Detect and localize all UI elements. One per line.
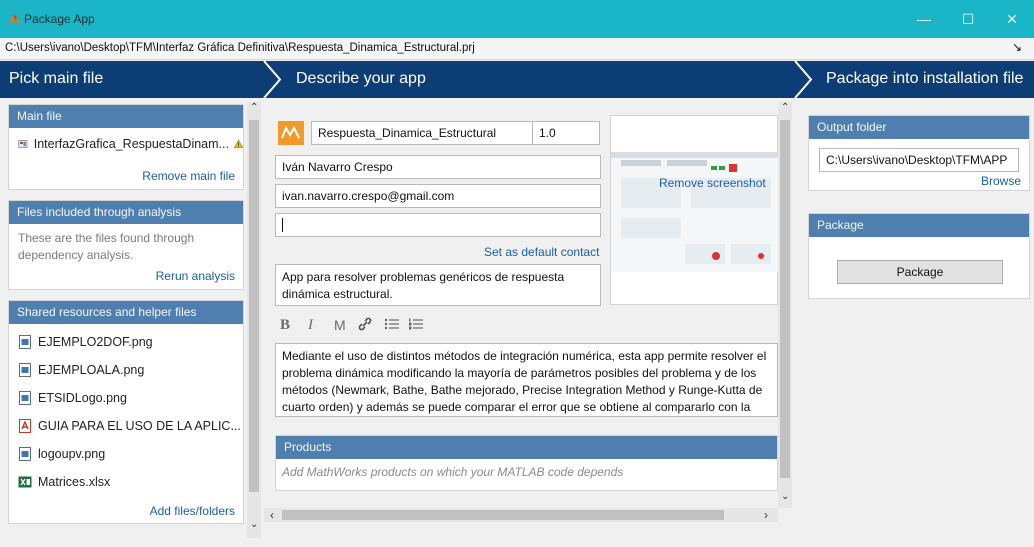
main-file-item[interactable]: InterfazGrafica_RespuestaDinam...: [9, 130, 243, 158]
shared-resources-header: Shared resources and helper files: [9, 301, 243, 324]
package-header: Package: [809, 214, 1029, 237]
scroll-left-icon[interactable]: ‹: [270, 508, 274, 522]
browse-link[interactable]: Browse: [981, 174, 1021, 188]
remove-main-file-link[interactable]: Remove main file: [142, 169, 235, 183]
step-pick-main-file[interactable]: Pick main file: [9, 70, 103, 88]
shared-file-name: GUIA PARA EL USO DE LA APLIC...: [38, 419, 241, 433]
shared-files-list: EJEMPLO2DOF.png EJEMPLOALA.png ETSIDLogo.p…: [9, 328, 243, 496]
matlab-app-icon: [9, 14, 21, 25]
shared-file-item[interactable]: EJEMPLOALA.png: [9, 356, 243, 384]
analysis-description: These are the files found through depend…: [18, 231, 195, 262]
step-package-install[interactable]: Package into installation file: [826, 70, 1023, 88]
image-file-icon: [18, 447, 38, 461]
right-panel: Output folder Browse Package Package: [796, 98, 1034, 547]
output-folder-header: Output folder: [809, 116, 1029, 139]
minimize-button[interactable]: —: [909, 8, 939, 30]
expand-icon[interactable]: ↘: [1012, 40, 1022, 54]
package-section: Package Package: [808, 213, 1030, 299]
step-describe-app[interactable]: Describe your app: [296, 70, 426, 88]
scroll-right-icon[interactable]: ›: [764, 508, 768, 522]
scroll-up-icon[interactable]: ⌃: [781, 102, 789, 113]
products-header: Products: [276, 436, 777, 459]
main-file-section: Main file InterfazGrafica_RespuestaDinam…: [8, 104, 244, 190]
app-name-input[interactable]: [311, 121, 533, 145]
shared-resources-section: Shared resources and helper files EJEMPL…: [8, 300, 244, 524]
image-file-icon: [18, 391, 38, 405]
project-path: C:\Users\ivano\Desktop\TFM\Interfaz Gráf…: [5, 42, 475, 54]
steps-bar: Pick main file Describe your app Package…: [0, 61, 1034, 98]
shared-file-name: logoupv.png: [38, 447, 106, 461]
pdf-file-icon: [18, 419, 38, 433]
left-panel: Main file InterfazGrafica_RespuestaDinam…: [0, 98, 262, 547]
rerun-analysis-link[interactable]: Rerun analysis: [156, 269, 235, 283]
description-textarea[interactable]: Mediante el uso de distintos métodos de …: [275, 343, 778, 417]
author-name-input[interactable]: [275, 155, 601, 179]
middle-scrollbar-thumb[interactable]: [780, 120, 790, 478]
excel-file-icon: [18, 475, 38, 489]
products-placeholder[interactable]: Add MathWorks products on which your MAT…: [276, 459, 777, 479]
numbered-list-icon[interactable]: [408, 317, 424, 334]
email-input[interactable]: [275, 184, 601, 208]
output-folder-section: Output folder Browse: [808, 115, 1030, 191]
products-section: Products Add MathWorks products on which…: [275, 435, 778, 491]
middle-scrollbar[interactable]: ⌃ ⌄: [778, 102, 792, 508]
app-icon-tile[interactable]: [278, 121, 304, 145]
horizontal-scrollbar-thumb[interactable]: [282, 510, 724, 520]
output-folder-input[interactable]: [819, 148, 1019, 172]
package-button[interactable]: Package: [837, 260, 1003, 284]
left-scrollbar[interactable]: ⌃ ⌄: [247, 102, 261, 538]
app-file-icon: [18, 140, 28, 148]
shared-file-item[interactable]: logoupv.png: [9, 440, 243, 468]
scroll-up-icon[interactable]: ⌃: [250, 102, 258, 113]
warning-icon[interactable]: [233, 138, 243, 150]
close-button[interactable]: ✕: [997, 8, 1027, 30]
shared-file-item[interactable]: EJEMPLO2DOF.png: [9, 328, 243, 356]
maximize-button[interactable]: ☐: [953, 8, 983, 30]
image-file-icon: [18, 363, 38, 377]
link-icon[interactable]: [358, 317, 372, 334]
italic-button[interactable]: I: [308, 317, 313, 334]
left-scrollbar-thumb[interactable]: [249, 120, 259, 492]
monospace-button[interactable]: M: [334, 317, 346, 333]
screenshot-area[interactable]: Remove screenshot: [610, 115, 779, 305]
set-default-contact-link[interactable]: Set as default contact: [484, 245, 599, 259]
summary-textarea[interactable]: App para resolver problemas genéricos de…: [275, 264, 601, 306]
shared-file-item[interactable]: GUIA PARA EL USO DE LA APLIC...: [9, 412, 243, 440]
middle-horizontal-scrollbar[interactable]: ‹ ›: [264, 508, 778, 522]
analysis-section: Files included through analysis These ar…: [8, 200, 244, 290]
company-input[interactable]: [275, 213, 601, 237]
remove-screenshot-link[interactable]: Remove screenshot: [659, 176, 766, 190]
main-file-name: InterfazGrafica_RespuestaDinam...: [33, 137, 229, 151]
step-separator-icon: [263, 61, 282, 98]
shared-file-name: ETSIDLogo.png: [38, 391, 127, 405]
shared-file-name: Matrices.xlsx: [38, 475, 111, 489]
text-cursor: [282, 218, 283, 232]
middle-panel: Set as default contact Remove screenshot…: [262, 98, 796, 547]
shared-file-name: EJEMPLO2DOF.png: [38, 335, 153, 349]
scroll-down-icon[interactable]: ⌄: [250, 519, 258, 530]
main-file-header: Main file: [9, 105, 243, 128]
title-bar: Package App — ☐ ✕: [0, 0, 1034, 38]
version-input[interactable]: [532, 121, 600, 145]
shared-file-item[interactable]: ETSIDLogo.png: [9, 384, 243, 412]
step-separator-icon: [794, 61, 813, 98]
analysis-header: Files included through analysis: [9, 201, 243, 224]
app-screenshot-thumbnail: [611, 152, 779, 272]
image-file-icon: [18, 335, 38, 349]
bulleted-list-icon[interactable]: [384, 317, 400, 334]
shared-file-name: EJEMPLOALA.png: [38, 363, 145, 377]
scroll-down-icon[interactable]: ⌄: [781, 491, 789, 502]
add-files-folders-link[interactable]: Add files/folders: [150, 504, 235, 518]
shared-file-item[interactable]: Matrices.xlsx: [9, 468, 243, 496]
window-title: Package App: [24, 12, 95, 26]
bold-button[interactable]: B: [280, 317, 290, 334]
project-path-bar: C:\Users\ivano\Desktop\TFM\Interfaz Gráf…: [0, 38, 1034, 60]
